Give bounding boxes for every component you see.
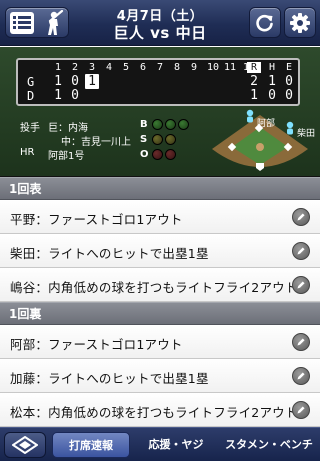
play-text: 柴田：ライトへのヒットで出塁1塁 (10, 246, 209, 261)
tab-cheer-heckle[interactable]: 応援・ヤジ (134, 432, 218, 458)
ball-light (165, 119, 176, 130)
strikes-label: S (140, 134, 148, 145)
runner-marker-icon (286, 121, 294, 135)
strike-light (165, 134, 176, 145)
inning-score: 0 (71, 74, 79, 89)
team-runs: 1 (250, 88, 258, 103)
runner-label: 阿部 (257, 119, 276, 129)
team-errors: 0 (285, 74, 293, 89)
refresh-button[interactable] (249, 7, 281, 38)
play-row[interactable]: 平野：ファーストゴロ1アウト (0, 200, 320, 234)
play-text: 加藤：ライトへのヒットで出塁1塁 (10, 371, 209, 386)
pencil-icon[interactable] (292, 208, 310, 226)
inning-score: 0 (71, 88, 79, 103)
team-errors: 0 (285, 88, 293, 103)
settings-button[interactable] (284, 7, 316, 38)
pencil-icon[interactable] (292, 367, 310, 385)
inning-header: 5 (122, 62, 130, 73)
game-status-panel: 1 2 3 4 5 6 7 8 9 10 11 12 R H E G 1 0 1… (0, 47, 320, 177)
hits-header: H (268, 62, 276, 73)
play-row[interactable]: 加藤：ライトへのヒットで出塁1塁 (0, 359, 320, 393)
play-row[interactable]: 松本：内角低めの球を打つもライトフライ2アウト (0, 393, 320, 427)
inning-score: 1 (54, 74, 62, 89)
pencil-icon[interactable] (292, 333, 310, 351)
ball-light (152, 119, 163, 130)
runner-label: 柴田 (297, 129, 316, 139)
errors-header: E (285, 62, 293, 73)
scoreboard: 1 2 3 4 5 6 7 8 9 10 11 12 R H E G 1 0 1… (16, 58, 300, 106)
inning-header: 8 (173, 62, 181, 73)
inning-score: 1 (54, 88, 62, 103)
team-hits: 1 (268, 74, 276, 89)
pitcher-label: 投手 (20, 123, 40, 134)
inning-header: 4 (105, 62, 113, 73)
pencil-icon[interactable] (292, 276, 310, 294)
team-label: G (27, 75, 35, 89)
homerun-value: 阿部1号 (48, 151, 85, 162)
play-text: 嶋谷：内角低めの球を打つもライトフライ2アウト (10, 280, 298, 295)
outs-label: O (140, 149, 149, 160)
team-hits: 0 (268, 88, 276, 103)
inning-header: 3 (88, 62, 96, 73)
stadium-icon (12, 436, 38, 454)
runner-marker-icon (246, 109, 254, 123)
homerun-label: HR (20, 147, 35, 158)
inning-header: 9 (190, 62, 198, 73)
inning-section-header: 1回表 (0, 177, 320, 200)
home-pitcher: 巨：内海 (48, 123, 88, 134)
home-tab-button[interactable] (4, 432, 46, 458)
play-row[interactable]: 阿部：ファーストゴロ1アウト (0, 325, 320, 359)
inning-section-header: 1回裏 (0, 302, 320, 325)
pencil-icon[interactable] (292, 401, 310, 419)
runs-header: R (247, 62, 261, 73)
team-runs: 2 (250, 74, 258, 89)
header-bar: 4月7日（土） 巨人 vs 中日 (0, 0, 320, 46)
inning-score-current: 1 (85, 74, 99, 89)
tab-lineup-bench[interactable]: スタメン・ベンチ (220, 432, 318, 458)
gear-icon (290, 12, 310, 33)
out-light (152, 149, 163, 160)
team-label: D (27, 89, 35, 103)
pencil-icon[interactable] (292, 242, 310, 260)
inning-header: 6 (139, 62, 147, 73)
strike-light (152, 134, 163, 145)
inning-header: 1 (54, 62, 62, 73)
play-row[interactable]: 柴田：ライトへのヒットで出塁1塁 (0, 234, 320, 268)
inning-header: 11 (223, 62, 237, 73)
inning-header: 7 (156, 62, 164, 73)
play-text: 平野：ファーストゴロ1アウト (10, 212, 183, 227)
balls-label: B (140, 119, 148, 130)
ball-light (178, 119, 189, 130)
play-text: 阿部：ファーストゴロ1アウト (10, 337, 183, 352)
inning-header: 10 (206, 62, 220, 73)
out-light (165, 149, 176, 160)
away-pitcher: 中：吉見一川上 (61, 137, 131, 148)
bottom-tab-bar: 打席速報 応援・ヤジ スタメン・ベンチ (0, 427, 320, 461)
play-text: 松本：内角低めの球を打つもライトフライ2アウト (10, 405, 298, 420)
inning-header: 2 (71, 62, 79, 73)
play-row[interactable]: 嶋谷：内角低めの球を打つもライトフライ2アウト (0, 268, 320, 302)
tab-live-at-bat[interactable]: 打席速報 (52, 432, 130, 458)
refresh-icon (256, 14, 273, 31)
